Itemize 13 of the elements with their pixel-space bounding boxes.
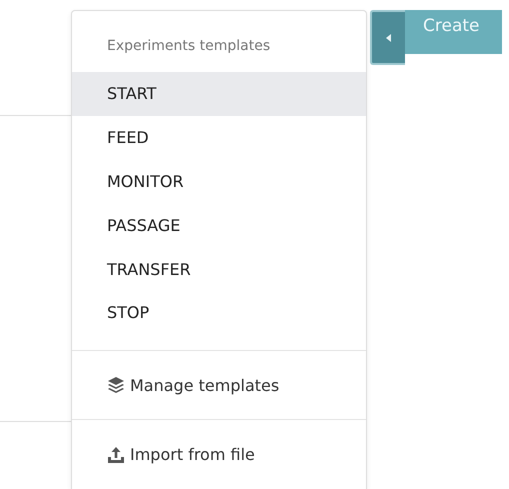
menu-header: Experiments templates	[106, 37, 272, 56]
upload-icon	[107, 446, 125, 464]
menu-item[interactable]: MONITOR	[72, 160, 366, 204]
layers-icon	[107, 376, 125, 394]
menu-action[interactable]: Import from file	[72, 420, 366, 489]
menu-action[interactable]: Manage templates	[72, 350, 366, 420]
menu-item[interactable]: FEED	[72, 116, 366, 160]
menu-item[interactable]: START	[72, 72, 366, 116]
menu-item[interactable]: TRANSFER	[72, 247, 366, 291]
menu-item[interactable]: STOP	[72, 290, 366, 335]
menu-item[interactable]: PASSAGE	[72, 203, 366, 248]
caret-icon	[386, 34, 392, 42]
caret-button[interactable]	[370, 10, 405, 65]
